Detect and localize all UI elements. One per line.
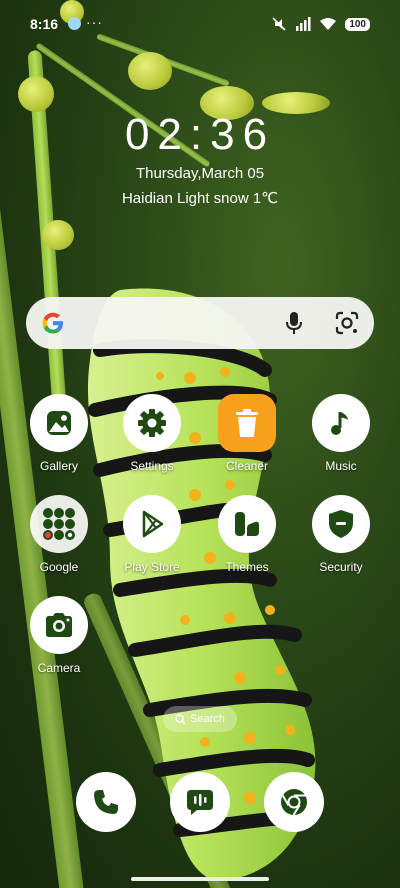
app-label: Settings (130, 459, 174, 473)
chrome-icon (281, 789, 307, 816)
lens-icon[interactable] (334, 310, 360, 336)
phone-icon (94, 790, 118, 814)
dock-messages[interactable] (170, 772, 230, 832)
camera-icon (30, 596, 88, 654)
clock-date: Thursday,March 05 (135, 165, 265, 182)
shield-icon (312, 495, 370, 553)
search-pill-label: Search (190, 713, 225, 725)
app-label: Music (325, 459, 357, 473)
mute-vibrate-icon (272, 17, 286, 31)
google-search-bar[interactable] (26, 297, 374, 349)
app-label: Google (39, 560, 79, 574)
music-note-icon (312, 394, 370, 452)
gallery-icon (30, 394, 88, 452)
app-label: Themes (225, 560, 269, 574)
wifi-icon (320, 18, 337, 30)
trash-icon (218, 394, 276, 452)
app-security[interactable]: Security (301, 495, 381, 574)
app-label: Security (319, 560, 363, 574)
app-settings[interactable]: Settings (112, 394, 192, 473)
weather-notification-icon (68, 17, 81, 30)
app-gallery[interactable]: Gallery (19, 394, 99, 473)
more-notifications-indicator: ··· (86, 14, 103, 30)
play-store-icon (123, 495, 181, 553)
app-label: Gallery (39, 459, 78, 473)
search-icon (175, 713, 186, 725)
app-label: Cleaner (225, 459, 269, 473)
app-label: Camera (37, 661, 81, 675)
dock-chrome[interactable] (264, 772, 324, 832)
mic-icon[interactable] (284, 310, 304, 336)
status-bar: 8:16 ··· 100 (0, 0, 400, 46)
google-folder-icon (30, 495, 88, 553)
app-google-folder[interactable]: Google (19, 495, 99, 574)
battery-indicator: 100 (345, 17, 370, 31)
dock-phone[interactable] (76, 772, 136, 832)
app-cleaner[interactable]: Cleaner (207, 394, 287, 473)
app-themes[interactable]: Themes (207, 495, 287, 574)
weather-text[interactable]: Haidian Light snow 1℃ (0, 189, 400, 207)
status-time: 8:16 (30, 16, 59, 32)
app-label: Play Store (124, 560, 180, 574)
google-icon (42, 312, 63, 334)
themes-icon (218, 495, 276, 553)
signal-icon (296, 17, 311, 31)
app-search-pill[interactable]: Search (163, 706, 237, 732)
messages-icon (187, 790, 213, 815)
app-play-store[interactable]: Play Store (112, 495, 192, 574)
gear-icon (123, 394, 181, 452)
clock-time[interactable]: 02:36 (0, 110, 400, 160)
app-music[interactable]: Music (301, 394, 381, 473)
app-camera[interactable]: Camera (19, 596, 99, 675)
home-gesture-bar[interactable] (131, 877, 269, 881)
